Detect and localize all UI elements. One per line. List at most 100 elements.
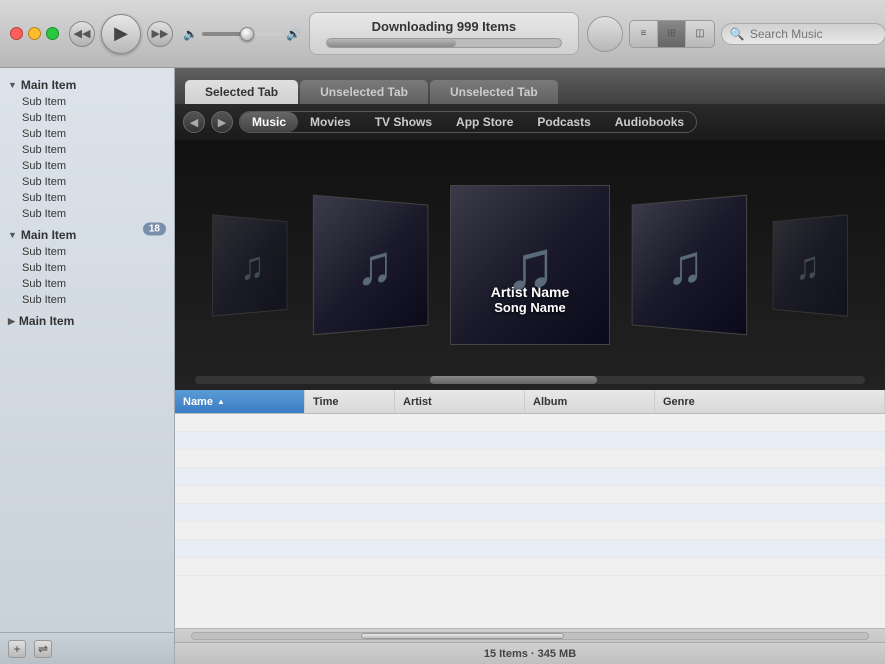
- expand-arrow-icon-3: ▶: [8, 316, 15, 327]
- music-note-icon: ♫: [356, 236, 393, 293]
- sidebar-sub-item-2-2[interactable]: Sub Item: [0, 260, 174, 276]
- toolbar: ◀◀ ▶ ▶▶ 🔈 🔊 Downloading 999 Items ≡ ⊞: [0, 0, 885, 68]
- nav-appstore[interactable]: App Store: [444, 112, 525, 132]
- grid-view-button[interactable]: ⊞: [658, 21, 686, 47]
- col-artist[interactable]: Artist: [395, 390, 525, 413]
- artist-info: Artist Name Song Name: [491, 284, 570, 315]
- table-row[interactable]: [175, 504, 885, 522]
- sidebar-sub-item-1-7[interactable]: Sub Item: [0, 190, 174, 206]
- cover-view-button[interactable]: ◫: [686, 21, 714, 47]
- table-row[interactable]: [175, 468, 885, 486]
- table-row[interactable]: [175, 414, 885, 432]
- forward-icon: ▶▶: [152, 27, 169, 40]
- song-name: Song Name: [491, 300, 570, 315]
- shuffle-icon: ⇌: [38, 642, 48, 656]
- sidebar-sub-item-1-6[interactable]: Sub Item: [0, 174, 174, 190]
- h-scrollbar-wrap: [175, 628, 885, 642]
- nav-bar: ◀ ▶ Music Movies TV Shows App Store Podc…: [175, 104, 885, 140]
- sidebar-sub-item-1-5[interactable]: Sub Item: [0, 158, 174, 174]
- download-box: Downloading 999 Items: [309, 12, 579, 55]
- search-input[interactable]: [750, 27, 877, 41]
- table-row[interactable]: [175, 486, 885, 504]
- tab-unselected-1[interactable]: Unselected Tab: [300, 80, 428, 104]
- sidebar-sub-item-2-3[interactable]: Sub Item: [0, 276, 174, 292]
- sidebar-main-label-3: Main Item: [19, 314, 74, 328]
- nav-pill: Music Movies TV Shows App Store Podcasts…: [239, 111, 697, 133]
- table-row[interactable]: [175, 540, 885, 558]
- progress-bar-fill: [327, 39, 456, 47]
- download-area: Downloading 999 Items: [309, 12, 579, 55]
- artist-name: Artist Name: [491, 284, 570, 300]
- view-toggle-group: ≡ ⊞ ◫: [629, 20, 715, 48]
- table-row[interactable]: [175, 522, 885, 540]
- music-note-icon: ♫: [796, 245, 820, 286]
- shuffle-button[interactable]: ⇌: [34, 640, 52, 658]
- forward-button[interactable]: ▶▶: [147, 21, 173, 47]
- album-near-right[interactable]: ♫: [620, 200, 750, 330]
- h-scrollbar-thumb: [361, 633, 564, 639]
- nav-back-button[interactable]: ◀: [183, 111, 205, 133]
- table-header: Name ▲ Time Artist Album Genre: [175, 390, 885, 414]
- nav-audiobooks[interactable]: Audiobooks: [603, 112, 696, 132]
- toolbar-right: ≡ ⊞ ◫ 🔍: [587, 16, 885, 52]
- table-row[interactable]: [175, 558, 885, 576]
- tabs-bar: Selected Tab Unselected Tab Unselected T…: [175, 68, 885, 104]
- album-container: ♫ ♫ ♫ Artist Name Song Name: [175, 140, 885, 390]
- expand-arrow-icon: ▼: [8, 80, 17, 90]
- nav-forward-button[interactable]: ▶: [211, 111, 233, 133]
- toolbar-left: ◀◀ ▶ ▶▶ 🔈 🔊: [10, 14, 301, 54]
- close-button[interactable]: [10, 27, 23, 40]
- table-area: Name ▲ Time Artist Album Genre: [175, 390, 885, 628]
- play-button[interactable]: ▶: [101, 14, 141, 54]
- nav-tvshows[interactable]: TV Shows: [363, 112, 444, 132]
- sidebar-sub-item-1-1[interactable]: Sub Item: [0, 94, 174, 110]
- table-row[interactable]: [175, 432, 885, 450]
- col-name[interactable]: Name ▲: [175, 390, 305, 413]
- main-content: ▼ Main Item Sub Item Sub Item Sub Item S…: [0, 68, 885, 664]
- col-album[interactable]: Album: [525, 390, 655, 413]
- status-bar: 15 Items · 345 MB: [175, 642, 885, 664]
- music-note-icon: ♫: [667, 236, 704, 293]
- sidebar-sub-item-2-1[interactable]: Sub Item: [0, 244, 174, 260]
- album-far-right[interactable]: ♫: [760, 218, 855, 313]
- sidebar: ▼ Main Item Sub Item Sub Item Sub Item S…: [0, 68, 175, 664]
- maximize-button[interactable]: [46, 27, 59, 40]
- play-icon: ▶: [114, 23, 128, 44]
- album-near-left[interactable]: ♫: [310, 200, 440, 330]
- table-row[interactable]: [175, 450, 885, 468]
- plus-icon: +: [13, 642, 20, 656]
- sidebar-section-2: ▼ Main Item 18 Sub Item Sub Item Sub Ite…: [0, 226, 174, 308]
- h-scrollbar[interactable]: [191, 632, 869, 640]
- sidebar-sub-item-1-8[interactable]: Sub Item: [0, 206, 174, 222]
- sidebar-sub-item-1-3[interactable]: Sub Item: [0, 126, 174, 142]
- col-genre[interactable]: Genre: [655, 390, 885, 413]
- view-circle-button[interactable]: [587, 16, 623, 52]
- album-center[interactable]: ♫ Artist Name Song Name: [450, 185, 610, 345]
- rewind-button[interactable]: ◀◀: [69, 21, 95, 47]
- add-playlist-button[interactable]: +: [8, 640, 26, 658]
- minimize-button[interactable]: [28, 27, 41, 40]
- sidebar-sub-item-2-4[interactable]: Sub Item: [0, 292, 174, 308]
- col-time[interactable]: Time: [305, 390, 395, 413]
- sidebar-main-item-3[interactable]: ▶ Main Item: [0, 312, 174, 330]
- progress-bar: [326, 38, 562, 48]
- nav-podcasts[interactable]: Podcasts: [525, 112, 602, 132]
- tab-selected[interactable]: Selected Tab: [185, 80, 298, 104]
- sidebar-main-item-1[interactable]: ▼ Main Item: [0, 76, 174, 94]
- nav-movies[interactable]: Movies: [298, 112, 363, 132]
- sidebar-main-label-1: Main Item: [21, 78, 76, 92]
- coverflow-scrollbar[interactable]: [195, 376, 865, 384]
- tab-unselected-2[interactable]: Unselected Tab: [430, 80, 558, 104]
- sidebar-section-3: ▶ Main Item: [0, 312, 174, 330]
- sidebar-section-1: ▼ Main Item Sub Item Sub Item Sub Item S…: [0, 76, 174, 222]
- nav-music[interactable]: Music: [240, 112, 298, 132]
- sidebar-inner: ▼ Main Item Sub Item Sub Item Sub Item S…: [0, 68, 174, 632]
- volume-slider[interactable]: [202, 32, 282, 36]
- album-far-left[interactable]: ♫: [205, 218, 300, 313]
- list-view-button[interactable]: ≡: [630, 21, 658, 47]
- cover-flow: ♫ ♫ ♫ Artist Name Song Name: [175, 140, 885, 390]
- sidebar-main-item-2[interactable]: ▼ Main Item 18: [0, 226, 174, 244]
- volume-area: 🔈 🔊: [183, 27, 301, 41]
- sidebar-sub-item-1-2[interactable]: Sub Item: [0, 110, 174, 126]
- sidebar-sub-item-1-4[interactable]: Sub Item: [0, 142, 174, 158]
